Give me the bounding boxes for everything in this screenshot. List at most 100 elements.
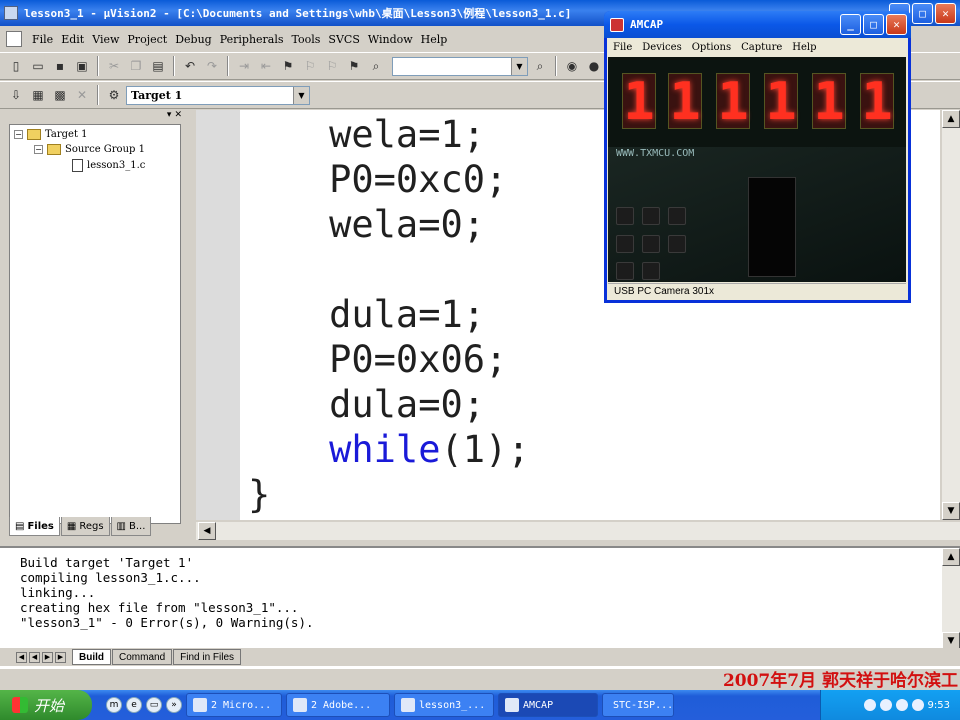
menu-edit[interactable]: Edit xyxy=(57,33,88,46)
menu-project[interactable]: Project xyxy=(123,33,171,46)
menu-debug[interactable]: Debug xyxy=(171,33,216,46)
target-options-icon[interactable]: ⚙ xyxy=(104,85,124,105)
network-icon[interactable] xyxy=(863,699,876,711)
scroll-left-icon[interactable]: ◀ xyxy=(198,522,216,540)
bookmark-toggle-icon[interactable]: ⚑ xyxy=(278,56,298,76)
amcap-body: File Devices Options Capture Help 1 1 1 … xyxy=(607,38,908,300)
scroll-up-icon[interactable]: ▲ xyxy=(942,548,960,566)
task-stc-isp[interactable]: STC-ISP... xyxy=(602,693,674,717)
tree-target[interactable]: − Target 1 xyxy=(14,129,88,140)
menu-help[interactable]: Help xyxy=(417,33,452,46)
indent-icon[interactable]: ⇥ xyxy=(234,56,254,76)
task-lesson3[interactable]: lesson3_... xyxy=(394,693,494,717)
prev-tab-icon[interactable]: ◀ xyxy=(29,651,40,663)
bookmark-clear-icon[interactable]: ⚑ xyxy=(344,56,364,76)
start-button[interactable]: 开始 xyxy=(0,690,92,720)
toolbar-separator xyxy=(227,56,229,76)
amcap-menu-devices[interactable]: Devices xyxy=(642,42,681,53)
output-line: Build target 'Target 1' xyxy=(20,555,194,570)
tab-regs[interactable]: ▦ Regs xyxy=(60,517,110,536)
stop-build-icon[interactable]: ✕ xyxy=(72,85,92,105)
tab-build[interactable]: Build xyxy=(72,649,111,665)
last-tab-icon[interactable]: ▶ xyxy=(55,651,66,663)
save-icon[interactable]: ▪ xyxy=(50,56,70,76)
translate-icon[interactable]: ⇩ xyxy=(6,85,26,105)
messenger-icon[interactable]: m xyxy=(106,697,122,713)
desktop-icon[interactable]: ▭ xyxy=(146,697,162,713)
find-combo[interactable]: ▼ xyxy=(392,56,528,76)
find-in-files-icon[interactable]: ⌕ xyxy=(366,56,386,76)
amcap-minimize-button[interactable]: _ xyxy=(840,14,861,35)
menu-svcs[interactable]: SVCS xyxy=(324,33,363,46)
tab-books[interactable]: ▥ B... xyxy=(110,517,152,536)
open-folder-icon[interactable]: ▭ xyxy=(28,56,48,76)
tree-file[interactable]: lesson3_1.c xyxy=(72,159,145,172)
amcap-titlebar[interactable]: AMCAP _ □ ✕ xyxy=(604,11,911,38)
task-adobe[interactable]: 2 Adobe... xyxy=(286,693,390,717)
tab-files-label: Files xyxy=(27,520,54,532)
chevron-down-icon[interactable]: ▼ xyxy=(293,86,309,104)
insert-breakpoint-icon[interactable]: ● xyxy=(584,56,604,76)
taskbar: 开始 m e ▭ » 2 Micro... 2 Adobe... lesson3… xyxy=(0,690,960,720)
copy-icon[interactable]: ❐ xyxy=(126,56,146,76)
code-line: dula=1; xyxy=(240,293,486,336)
chevron-down-icon[interactable]: ▼ xyxy=(511,57,527,75)
undo-icon[interactable]: ↶ xyxy=(180,56,200,76)
volume-icon[interactable] xyxy=(879,699,892,711)
tab-command[interactable]: Command xyxy=(112,649,173,665)
antivirus-icon[interactable] xyxy=(911,699,924,711)
build-icon[interactable]: ▦ xyxy=(28,85,48,105)
new-file-icon[interactable]: ▯ xyxy=(6,56,26,76)
cut-icon[interactable]: ✂ xyxy=(104,56,124,76)
collapse-icon[interactable]: − xyxy=(34,145,43,154)
internet-explorer-icon[interactable]: e xyxy=(126,697,142,713)
app-icon xyxy=(505,698,519,712)
menu-file[interactable]: File xyxy=(28,33,57,46)
next-tab-icon[interactable]: ▶ xyxy=(42,651,53,663)
debug-session-icon[interactable]: ◉ xyxy=(562,56,582,76)
redo-icon[interactable]: ↷ xyxy=(202,56,222,76)
amcap-maximize-button[interactable]: □ xyxy=(863,14,884,35)
menu-tools[interactable]: Tools xyxy=(288,33,325,46)
tree-group[interactable]: − Source Group 1 xyxy=(34,144,145,155)
security-icon[interactable] xyxy=(895,699,908,711)
output-scrollbar[interactable]: ▲ ▼ xyxy=(942,548,960,650)
clock[interactable]: 9:53 xyxy=(928,700,950,711)
amcap-close-button[interactable]: ✕ xyxy=(886,14,907,35)
camera-preview: 1 1 1 1 1 1 WWW.TXMCU.COM xyxy=(608,57,906,282)
collapse-icon[interactable]: − xyxy=(14,130,23,139)
task-micro[interactable]: 2 Micro... xyxy=(186,693,282,717)
window-title: lesson3_1 - μVision2 - [C:\Documents and… xyxy=(24,7,572,20)
tab-regs-label: Regs xyxy=(79,520,104,532)
amcap-menu-options[interactable]: Options xyxy=(692,42,731,53)
amcap-menu-help[interactable]: Help xyxy=(792,42,816,53)
task-amcap[interactable]: AMCAP xyxy=(498,693,598,717)
board-key xyxy=(642,235,660,253)
tab-find-in-files[interactable]: Find in Files xyxy=(173,649,242,665)
close-icon[interactable]: ✕ xyxy=(174,110,182,122)
amcap-menu-file[interactable]: File xyxy=(613,42,632,53)
menu-view[interactable]: View xyxy=(88,33,123,46)
bookmark-next-icon[interactable]: ⚐ xyxy=(322,56,342,76)
rebuild-icon[interactable]: ▩ xyxy=(50,85,70,105)
save-all-icon[interactable]: ▣ xyxy=(72,56,92,76)
target-select-value: Target 1 xyxy=(131,88,183,102)
close-button[interactable]: ✕ xyxy=(935,3,956,24)
maximize-button[interactable]: □ xyxy=(912,3,933,24)
first-tab-icon[interactable]: ◀ xyxy=(16,651,27,663)
menu-peripherals[interactable]: Peripherals xyxy=(216,33,288,46)
pin-icon[interactable]: ▾ xyxy=(167,110,172,122)
binoculars-icon[interactable]: ⌕ xyxy=(530,56,550,76)
scroll-down-icon[interactable]: ▼ xyxy=(942,502,960,520)
show-more-icon[interactable]: » xyxy=(166,697,182,713)
paste-icon[interactable]: ▤ xyxy=(148,56,168,76)
amcap-menu-capture[interactable]: Capture xyxy=(741,42,782,53)
scroll-up-icon[interactable]: ▲ xyxy=(942,110,960,128)
editor-vertical-scrollbar[interactable]: ▲ ▼ xyxy=(942,110,960,520)
target-select[interactable]: Target 1 ▼ xyxy=(126,85,310,105)
menu-window[interactable]: Window xyxy=(364,33,417,46)
tab-files[interactable]: ▤ Files xyxy=(9,517,60,536)
bookmark-prev-icon[interactable]: ⚐ xyxy=(300,56,320,76)
editor-horizontal-scrollbar[interactable]: ◀ xyxy=(196,522,960,540)
unindent-icon[interactable]: ⇤ xyxy=(256,56,276,76)
